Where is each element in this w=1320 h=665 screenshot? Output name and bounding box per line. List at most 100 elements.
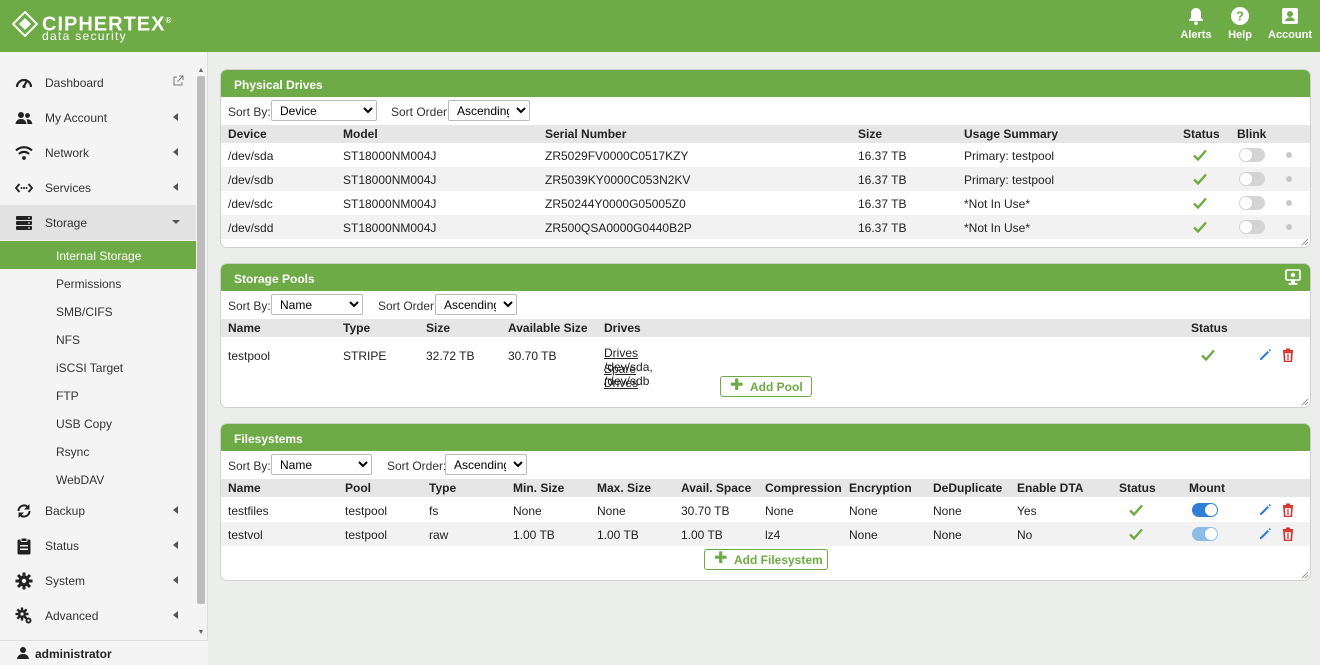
brand-tagline: data security — [42, 29, 127, 43]
status-ok-icon — [1193, 221, 1207, 233]
sidebar-subitem-smb-cifs[interactable]: SMB/CIFS — [0, 297, 196, 325]
sidebar-subitem-nfs[interactable]: NFS — [0, 325, 196, 353]
col-device: Device — [228, 127, 267, 141]
chevron-down-icon — [172, 220, 180, 224]
col-mount: Mount — [1189, 481, 1225, 495]
cell-size: 16.37 TB — [858, 173, 907, 187]
blink-toggle[interactable] — [1239, 196, 1265, 210]
delete-icon[interactable] — [1281, 348, 1295, 362]
sort-by-select[interactable]: Device — [271, 100, 377, 121]
cell-enable-dta: No — [1017, 528, 1033, 542]
sidebar-item-backup[interactable]: Backup — [0, 493, 196, 528]
sidebar-subitem-usb-copy[interactable]: USB Copy — [0, 409, 196, 437]
help-label: Help — [1228, 29, 1252, 41]
cell-available: 30.70 TB — [508, 349, 557, 363]
table-row[interactable]: testfiles testpool fs None None 30.70 TB… — [221, 498, 1310, 522]
sort-order-select[interactable]: Ascending — [448, 100, 530, 121]
cell-serial: ZR5039KY0000C053N2KV — [545, 173, 691, 187]
table-row[interactable]: testvol testpool raw 1.00 TB 1.00 TB 1.0… — [221, 522, 1310, 546]
sidebar-item-label: Status — [45, 539, 80, 553]
edit-icon[interactable] — [1258, 348, 1272, 362]
blink-toggle[interactable] — [1239, 172, 1265, 186]
sort-order-label: Sort Order: — [391, 105, 451, 119]
sidebar-item-advanced[interactable]: Advanced — [0, 598, 196, 633]
sidebar-item-my-account[interactable]: My Account — [0, 100, 196, 135]
col-status: Status — [1191, 321, 1228, 335]
sidebar-subitem-permissions[interactable]: Permissions — [0, 269, 196, 297]
scroll-down-icon[interactable]: ▼ — [196, 628, 206, 638]
sidebar-subitem-ftp[interactable]: FTP — [0, 381, 196, 409]
blink-indicator — [1286, 224, 1292, 230]
cell-model: ST18000NM004J — [343, 149, 437, 163]
sidebar-scrollbar[interactable]: ▲ ▼ — [196, 67, 206, 640]
spare-drives-label[interactable]: Spare Drives — [604, 362, 638, 390]
alerts-button[interactable]: Alerts — [1171, 6, 1221, 41]
mount-toggle[interactable] — [1192, 503, 1218, 517]
user-icon — [17, 647, 29, 659]
account-icon — [1282, 8, 1298, 24]
account-button[interactable]: Account — [1265, 6, 1315, 41]
sidebar-item-system[interactable]: System — [0, 563, 196, 598]
delete-icon[interactable] — [1281, 527, 1295, 541]
sort-order-select[interactable]: Ascending — [435, 294, 517, 315]
mount-toggle[interactable] — [1192, 527, 1218, 541]
sidebar-subitem-label: Permissions — [56, 277, 122, 291]
sidebar-subitem-webdav[interactable]: WebDAV — [0, 465, 196, 493]
sidebar-subitem-internal-storage[interactable]: Internal Storage — [0, 241, 196, 269]
table-row[interactable]: /dev/sdd ST18000NM004J ZR500QSA0000G0440… — [221, 215, 1310, 239]
services-icon — [15, 183, 33, 193]
cell-serial: ZR500QSA0000G0440B2P — [545, 221, 692, 235]
resize-handle-icon[interactable] — [1301, 238, 1309, 246]
sidebar-item-services[interactable]: Services — [0, 170, 196, 205]
add-pool-button[interactable]: ✚ Add Pool — [720, 376, 812, 397]
sidebar-subitem-iscsi-target[interactable]: iSCSI Target — [0, 353, 196, 381]
scroll-up-icon[interactable]: ▲ — [196, 66, 206, 76]
sort-order-select[interactable]: Ascending — [445, 454, 527, 475]
sort-by-select[interactable]: Name — [271, 294, 363, 315]
blink-indicator — [1286, 200, 1292, 206]
col-model: Model — [343, 127, 378, 141]
help-button[interactable]: ? Help — [1215, 6, 1265, 41]
sidebar-item-storage[interactable]: Storage — [0, 205, 196, 240]
external-link-icon — [173, 75, 184, 86]
sidebar-item-dashboard[interactable]: Dashboard — [0, 65, 196, 100]
edit-icon[interactable] — [1258, 527, 1272, 541]
cell-size: 16.37 TB — [858, 197, 907, 211]
svg-text:?: ? — [1236, 9, 1244, 24]
col-min-size: Min. Size — [513, 481, 565, 495]
top-header: CIPHERTEX® data security Alerts ? Help A… — [0, 0, 1320, 52]
edit-icon[interactable] — [1258, 503, 1272, 517]
current-user[interactable]: administrator — [0, 640, 208, 665]
brand-logo[interactable]: CIPHERTEX® data security — [12, 9, 192, 45]
scrollbar-thumb[interactable] — [197, 76, 205, 604]
table-row[interactable]: /dev/sdc ST18000NM004J ZR50244Y0000G0500… — [221, 191, 1310, 215]
sidebar-item-label: Advanced — [45, 609, 99, 623]
add-filesystem-button[interactable]: ✚ Add Filesystem — [704, 549, 828, 570]
col-size: Size — [858, 127, 883, 141]
cell-serial: ZR5029FV0000C0517KZY — [545, 149, 689, 163]
table-row[interactable]: /dev/sda ST18000NM004J ZR5029FV0000C0517… — [221, 143, 1310, 167]
sidebar-subitem-label: USB Copy — [56, 417, 113, 431]
blink-toggle[interactable] — [1239, 148, 1265, 162]
table-row[interactable]: testpool STRIPE 32.72 TB 30.70 TB Drives… — [221, 338, 1310, 390]
table-row[interactable]: /dev/sdb ST18000NM004J ZR5039KY0000C053N… — [221, 167, 1310, 191]
col-status: Status — [1119, 481, 1156, 495]
alerts-label: Alerts — [1180, 29, 1212, 41]
sort-by-label: Sort By: — [228, 299, 271, 313]
blink-toggle[interactable] — [1239, 220, 1265, 234]
sidebar-item-status[interactable]: Status — [0, 528, 196, 563]
resize-handle-icon[interactable] — [1301, 571, 1309, 579]
sidebar-item-network[interactable]: Network — [0, 135, 196, 170]
delete-icon[interactable] — [1281, 503, 1295, 517]
storage-icon — [16, 216, 32, 230]
physical-drives-panel: Physical Drives Sort By: Device Sort Ord… — [220, 69, 1311, 248]
resize-handle-icon[interactable] — [1301, 398, 1309, 406]
cell-encryption: None — [849, 504, 878, 518]
sidebar-item-label: System — [45, 574, 86, 588]
monitor-icon[interactable] — [1285, 269, 1301, 286]
sidebar-subitem-label: Internal Storage — [56, 249, 142, 263]
sidebar-item-label: Storage — [45, 216, 88, 230]
sort-by-select[interactable]: Name — [271, 454, 372, 475]
sidebar-subitem-rsync[interactable]: Rsync — [0, 437, 196, 465]
sidebar-subitem-label: NFS — [56, 333, 80, 347]
